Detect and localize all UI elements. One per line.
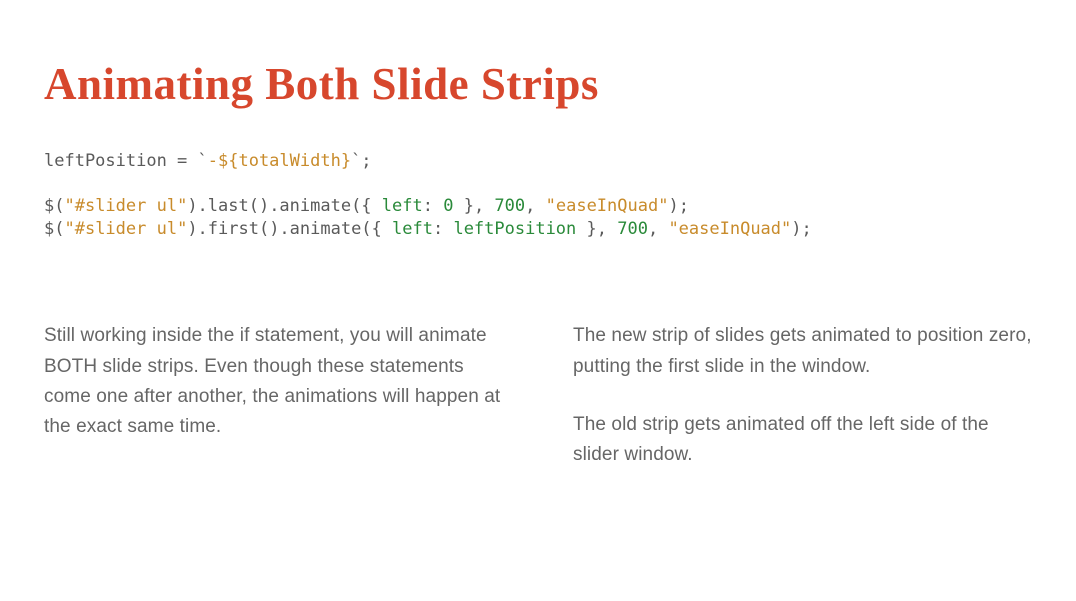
code-line-3-duration: 700: [617, 219, 648, 239]
code-line-3-k: );: [791, 219, 811, 239]
left-column: Still working inside the if statement, y…: [44, 321, 503, 499]
code-line-2-duration: 700: [494, 196, 525, 216]
code-line-2-c: ).last().animate({: [187, 196, 381, 216]
code-line-3-e: :: [433, 219, 453, 239]
code-line-1-template: -${totalWidth}: [208, 151, 351, 171]
code-line-3-a: $(: [44, 219, 64, 239]
left-paragraph-1: Still working inside the if statement, y…: [44, 321, 503, 443]
code-line-2-easing: "easeInQuad": [546, 196, 669, 216]
right-paragraph-2: The old strip gets animated off the left…: [573, 410, 1032, 471]
code-line-3-prop: left: [392, 219, 433, 239]
right-column: The new strip of slides gets animated to…: [573, 321, 1032, 499]
code-line-3-c: ).first().animate({: [187, 219, 392, 239]
code-line-2-g: },: [453, 196, 494, 216]
slide-title: Animating Both Slide Strips: [44, 60, 1032, 110]
code-line-3-g: },: [576, 219, 617, 239]
code-line-3-selector: "#slider ul": [64, 219, 187, 239]
code-line-3-easing: "easeInQuad": [668, 219, 791, 239]
right-paragraph-1: The new strip of slides gets animated to…: [573, 321, 1032, 382]
code-line-2-i: ,: [525, 196, 545, 216]
code-line-2-a: $(: [44, 196, 64, 216]
code-line-1-a: leftPosition = `: [44, 151, 208, 171]
slide: Animating Both Slide Strips leftPosition…: [0, 0, 1076, 601]
code-block: leftPosition = `-${totalWidth}`; $("#sli…: [44, 150, 1032, 242]
code-line-1-c: `;: [351, 151, 371, 171]
code-line-2-zero: 0: [443, 196, 453, 216]
code-line-3-var: leftPosition: [453, 219, 576, 239]
code-line-2-e: :: [423, 196, 443, 216]
code-line-2-prop: left: [382, 196, 423, 216]
body-columns: Still working inside the if statement, y…: [44, 321, 1032, 499]
code-line-3-i: ,: [648, 219, 668, 239]
code-line-2-k: );: [668, 196, 688, 216]
code-line-2-selector: "#slider ul": [64, 196, 187, 216]
